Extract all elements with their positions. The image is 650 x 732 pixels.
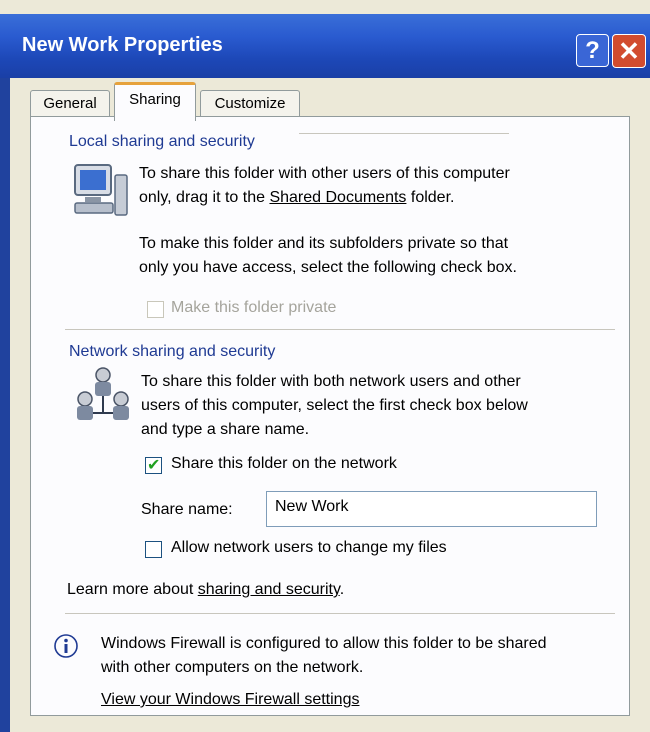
share-on-network-checkbox[interactable]: ✔ [145,457,162,474]
window-left-border [0,78,10,732]
help-icon: ? [585,37,600,64]
make-private-label: Make this folder private [171,299,337,316]
checkmark-icon: ✔ [147,457,161,474]
local-desc-line2-post: folder. [406,189,455,206]
tab-sharing[interactable]: Sharing [114,82,196,121]
window-title: New Work Properties [22,34,223,56]
tab-customize[interactable]: Customize [200,90,300,117]
share-on-network-label: Share this folder on the network [171,455,397,472]
sharing-tab-panel: Local sharing and security To share this… [30,116,630,716]
computer-icon [74,164,128,216]
firewall-line1: Windows Firewall is configured to allow … [101,635,547,652]
learn-more-suffix: . [339,581,345,598]
title-bar[interactable]: New Work Properties ? ✕ [0,14,650,78]
tab-general[interactable]: General [30,90,110,117]
learn-more-prefix: Learn more about [67,581,198,598]
private-desc-line1: To make this folder and its subfolders p… [139,235,509,252]
help-button[interactable]: ? [576,34,609,67]
network-sharing-group-label: Network sharing and security [69,343,276,360]
local-desc-line1: To share this folder with other users of… [139,165,510,182]
share-name-input[interactable]: New Work [266,491,597,527]
share-name-label: Share name: [141,501,233,518]
local-sharing-group-label: Local sharing and security [69,133,255,150]
firewall-line2: with other computers on the network. [101,659,364,676]
shared-documents-link[interactable]: Shared Documents [269,189,406,206]
section-divider [65,329,615,330]
network-desc-line2: users of this computer, select the first… [141,397,528,414]
network-desc-line1: To share this folder with both network u… [141,373,521,390]
info-icon [54,634,78,658]
close-icon: ✕ [618,36,640,66]
firewall-settings-link[interactable]: View your Windows Firewall settings [101,691,359,709]
properties-dialog: New Work Properties ? ✕ General Sharing … [0,0,650,732]
allow-change-label: Allow network users to change my files [171,539,447,556]
local-group-divider [299,133,509,134]
learn-more-text: Learn more about sharing and security. [67,581,344,599]
make-private-checkbox[interactable] [147,301,164,318]
network-desc-line3: and type a share name. [141,421,310,438]
allow-change-checkbox[interactable] [145,541,162,558]
network-users-icon [77,367,129,420]
local-desc-line2: only, drag it to the Shared Documents fo… [139,189,454,207]
local-desc-line2-pre: only, drag it to the [139,189,270,206]
private-desc-line2: only you have access, select the followi… [139,259,517,276]
close-button[interactable]: ✕ [612,34,646,68]
firewall-divider [65,613,615,614]
sharing-and-security-link[interactable]: sharing and security [198,581,340,598]
